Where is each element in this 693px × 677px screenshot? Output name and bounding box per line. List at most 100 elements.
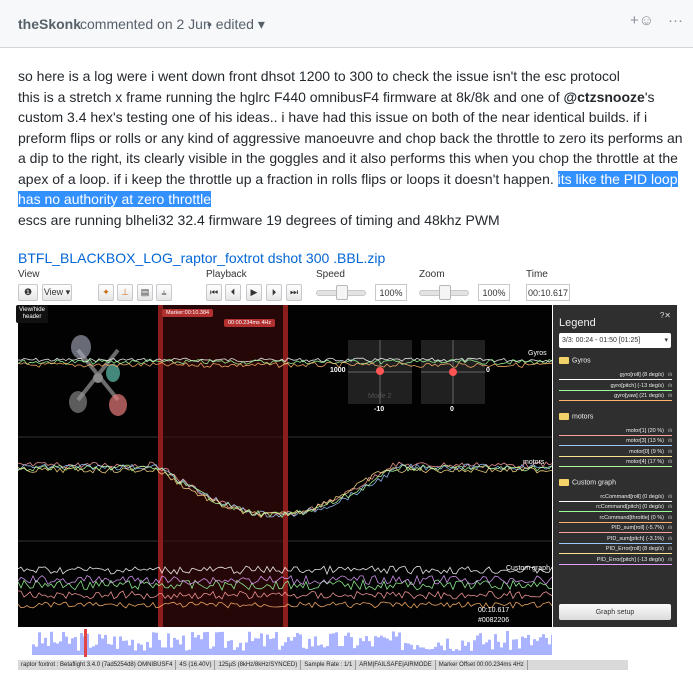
seek-histogram-bar [551,634,554,655]
legend-item[interactable]: gyro[roll] (8 deg/s) ılı [559,371,672,380]
analyser-icon[interactable]: ılı [668,535,672,543]
analyser-icon[interactable]: ılı [668,545,672,553]
zoom-value-field[interactable]: 100% [478,284,510,301]
seek-bar-histogram [32,629,554,657]
comment-author[interactable]: theSkonk [18,16,81,32]
seek-histogram-bar [422,647,425,655]
seek-histogram-bar [437,642,440,655]
analyser-icon[interactable]: ılı [668,437,672,445]
seek-histogram-bar [407,643,410,655]
analyser-view-button[interactable]: ⫨ [156,284,172,301]
seek-histogram-bar [530,645,533,655]
speed-value-field[interactable]: 100% [375,284,407,301]
analyser-icon[interactable]: ılı [668,427,672,435]
seek-histogram-bar [149,647,152,655]
legend-item[interactable]: PID_sum[pitch] (-3.1%) ılı [559,535,672,544]
speed-slider[interactable] [316,285,366,300]
legend-item[interactable]: motor[0] (9 %) ılı [559,448,672,457]
zoom-slider-handle[interactable] [439,285,451,300]
jump-start-button[interactable]: ⏮ [206,284,222,301]
seek-histogram-bar [374,636,377,655]
legend-item[interactable]: PID_Error[pitch] (-13 deg/s) ılı [559,556,672,565]
legend-group-1[interactable]: motors [559,412,593,420]
seek-histogram-bar [143,650,146,655]
seek-histogram-bar [203,632,206,655]
legend-item[interactable]: rcCommand[throttle] (0 %) ılı [559,514,672,523]
legend-item[interactable]: motor[3] (13 %) ılı [559,437,672,446]
step-forward-button[interactable]: ⏵ [266,284,282,301]
skip-forward-icon: ⏭ [289,287,299,297]
edited-dropdown[interactable]: • edited ▾ [207,16,265,33]
jump-end-button[interactable]: ⏭ [286,284,302,301]
table-view-button[interactable]: ▤ [137,284,153,301]
seek-histogram-bar [98,634,101,655]
seek-histogram-bar [479,633,482,655]
legend-group-2[interactable]: Custom graph [559,478,616,486]
seek-histogram-bar [146,641,149,655]
seek-histogram-bar [182,635,185,655]
legend-item[interactable]: rcCommand[roll] (0 deg/s) ılı [559,493,672,502]
craft-view-button[interactable]: ✦ [98,284,114,301]
speed-label: Speed [316,269,345,280]
seek-histogram-bar [278,649,281,655]
log-range-value: 3/3: 00:24 - 01:50 [01:25] [562,337,641,344]
legend-item-label: PID_sum[pitch] (-3.1%) [607,535,664,542]
body-line-esc: escs are running blheli32 32.4 firmware … [18,211,500,228]
analyser-icon[interactable]: ılı [668,371,672,379]
analyser-icon[interactable]: ılı [668,524,672,532]
seek-histogram-bar [323,647,326,655]
info-toggle-button[interactable]: ❶ [18,284,38,301]
analyser-icon[interactable]: ılı [668,448,672,456]
legend-item[interactable]: PID_sum[roll] (-5.7%) ılı [559,524,672,533]
seek-histogram-bar [386,638,389,655]
zoom-slider[interactable] [419,285,469,300]
seek-histogram-bar [80,633,83,655]
seek-histogram-bar [404,642,407,655]
speed-slider-handle[interactable] [336,285,348,300]
analyser-icon[interactable]: ılı [668,458,672,466]
step-back-button[interactable]: ⏴ [225,284,241,301]
seek-histogram-bar [170,647,173,655]
more-options-icon[interactable]: ··· [668,12,683,29]
seek-histogram-bar [131,639,134,655]
seek-cursor[interactable] [84,629,87,657]
seek-bar[interactable] [18,627,554,660]
legend-group-0[interactable]: Gyros [559,357,591,364]
seek-histogram-bar [242,650,245,655]
play-button[interactable]: ▶ [246,284,262,301]
sticks-view-button[interactable]: ⊥ [117,284,133,301]
seek-histogram-bar [335,632,338,655]
seek-histogram-bar [275,632,278,655]
analyser-icon[interactable]: ılı [668,382,672,390]
comment-timestamp[interactable]: commented on 2 Jun [80,16,211,32]
seek-histogram-bar [212,646,215,655]
legend-item[interactable]: PID_Error[roll] (8 deg/s) ılı [559,545,672,554]
analyser-icon[interactable]: ılı [668,556,672,564]
analyser-icon[interactable]: ılı [668,493,672,501]
seek-histogram-bar [77,650,80,655]
legend-help-close-icon[interactable]: ?✕ [660,311,671,320]
view-dropdown[interactable]: View ▾ [42,284,72,301]
seek-histogram-bar [104,634,107,655]
time-value-field[interactable]: 00:10.617 [526,284,570,301]
legend-item[interactable]: gyro[pitch] (-13 deg/s) ılı [559,382,672,391]
legend-item[interactable]: motor[1] (20 %) ılı [559,427,672,436]
seek-histogram-bar [470,650,473,655]
legend-item[interactable]: rcCommand[pitch] (0 deg/s) ılı [559,503,672,512]
seek-histogram-bar [269,639,272,655]
user-mention-link[interactable]: @ctzsnooze [563,89,644,105]
analyser-icon[interactable]: ılı [668,392,672,400]
analyser-icon[interactable]: ılı [668,503,672,511]
legend-item[interactable]: gyro[yaw] (21 deg/s) ılı [559,392,672,401]
attachment-link[interactable]: BTFL_BLACKBOX_LOG_raptor_foxtrot dshot 3… [18,250,385,266]
graph-setup-button[interactable]: Graph setup [559,604,671,620]
folder-icon [559,357,569,364]
log-range-select[interactable]: 3/3: 00:24 - 01:50 [01:25] ▾ [559,333,671,348]
analyser-icon[interactable]: ılı [668,514,672,522]
blackbox-graph[interactable]: Marker:00:10.384 00:00.234ms 4Hz Gyros m… [18,305,552,627]
seek-histogram-bar [326,646,329,655]
legend-item[interactable]: motor[4] (17 %) ılı [559,458,672,467]
seek-histogram-bar [158,639,161,655]
add-reaction-icon[interactable]: +☺ [630,12,654,29]
seek-histogram-bar [485,642,488,655]
